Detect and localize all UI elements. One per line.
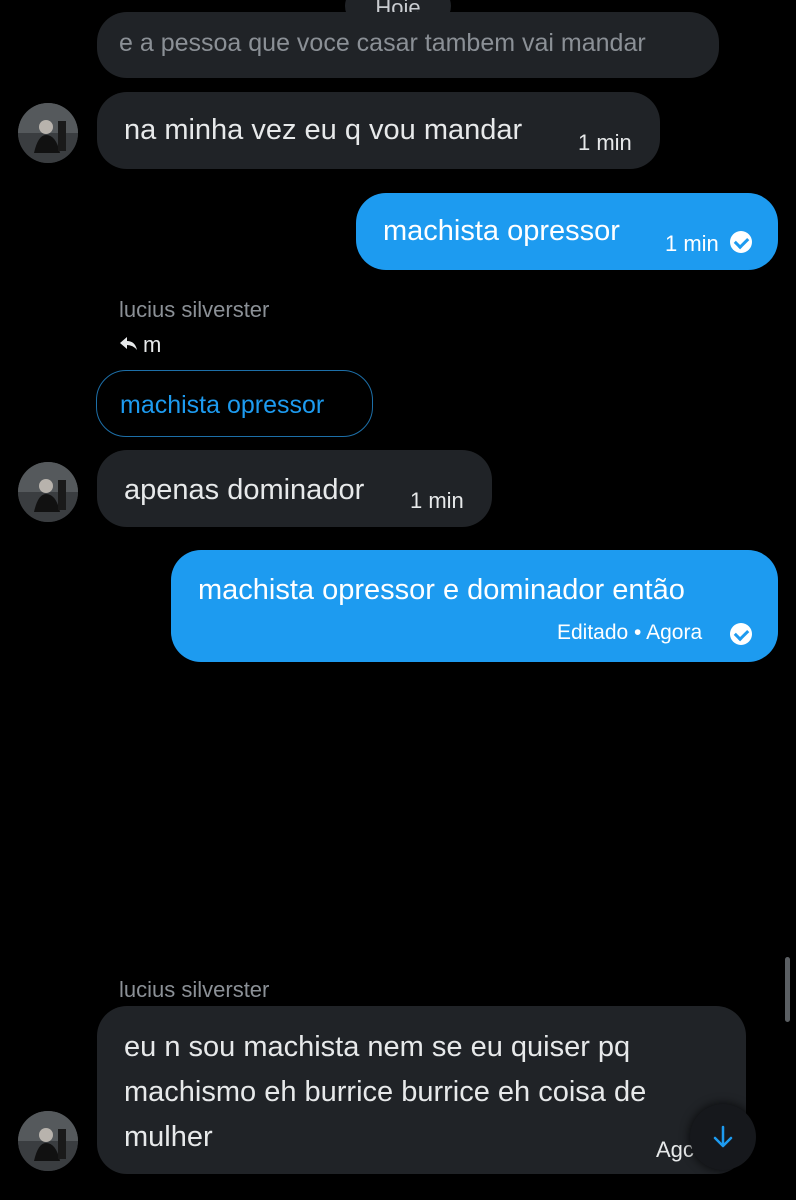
avatar[interactable] <box>18 103 78 163</box>
message-text-line: eu n sou machista nem se eu quiser pq <box>124 1031 631 1063</box>
message-text: apenas dominador <box>124 474 365 506</box>
message-time: Agc <box>656 1137 694 1162</box>
message-text: na minha vez eu q vou mandar <box>124 114 523 146</box>
avatar[interactable] <box>18 462 78 522</box>
avatar-image <box>18 462 78 522</box>
sender-name: lucius silverster <box>119 977 270 1002</box>
check-circle-icon <box>730 623 752 645</box>
message-bubble-outgoing[interactable]: machista opressor e dominador então Edit… <box>171 550 778 662</box>
message-bubble-incoming[interactable]: apenas dominador 1 min <box>97 450 492 527</box>
check-circle-icon <box>730 231 752 253</box>
message-bubble-incoming[interactable]: eu n sou machista nem se eu quiser pq ma… <box>97 1006 746 1174</box>
reply-arrow-icon <box>120 337 137 350</box>
message-text: e a pessoa que voce casar tambem vai man… <box>119 29 646 57</box>
avatar-image <box>18 103 78 163</box>
avatar-image <box>18 1111 78 1171</box>
scroll-to-bottom-button[interactable] <box>690 1104 756 1170</box>
message-text-line: mulher <box>124 1121 213 1153</box>
message-time: 1 min <box>410 488 464 513</box>
scrollbar-thumb[interactable] <box>785 957 790 1022</box>
message-text: machista opressor e dominador então <box>198 574 685 606</box>
edited-label: Editado • Agora <box>557 621 703 644</box>
sender-name: lucius silverster <box>119 297 270 322</box>
message-bubble-outgoing[interactable]: machista opressor 1 min <box>356 193 778 270</box>
message-bubble-incoming[interactable]: e a pessoa que voce casar tambem vai man… <box>97 12 719 78</box>
message-time: 1 min <box>665 231 719 256</box>
message-text: machista opressor <box>383 215 620 247</box>
message-bubble-incoming[interactable]: na minha vez eu q vou mandar 1 min <box>97 92 660 169</box>
message-time: 1 min <box>578 130 632 155</box>
message-text-line: machismo eh burrice burrice eh coisa de <box>124 1076 647 1108</box>
reply-to-name: m <box>143 332 162 357</box>
avatar[interactable] <box>18 1111 78 1171</box>
quoted-text: machista opressor <box>120 391 325 419</box>
arrow-down-icon <box>713 1125 733 1148</box>
quoted-message[interactable]: machista opressor <box>96 370 373 437</box>
